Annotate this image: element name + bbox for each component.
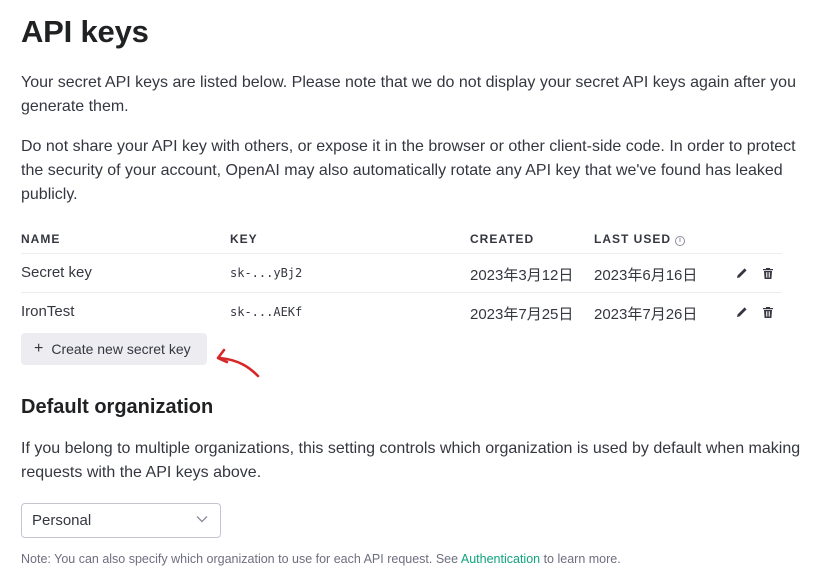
create-button-label: Create new secret key (51, 341, 191, 357)
intro-text: Your secret API keys are listed below. P… (21, 74, 796, 115)
api-keys-table: NAME KEY CREATED LAST USED i Secret key s… (21, 226, 782, 332)
page-title: API keys (21, 14, 149, 49)
key-created: 2023年7月25日 (470, 306, 574, 323)
header-name: NAME (21, 232, 61, 246)
trash-icon[interactable] (760, 265, 776, 281)
header-created: CREATED (470, 232, 535, 246)
key-name: Secret key (21, 264, 92, 281)
header-last-used-label: LAST USED (594, 232, 672, 246)
plus-icon: + (34, 340, 44, 357)
create-new-secret-key-button[interactable]: + Create new secret key (21, 333, 207, 365)
key-value: sk-...AEKf (230, 305, 303, 319)
pencil-icon[interactable] (734, 265, 750, 281)
info-icon[interactable]: i (675, 236, 686, 246)
section-title: Default organization (21, 396, 214, 418)
red-curved-arrow-icon (216, 348, 260, 378)
default-org-description: If you belong to multiple organizations,… (21, 440, 801, 481)
key-value: sk-...yBj2 (230, 266, 303, 280)
header-last-used: LAST USED i (594, 232, 686, 246)
table-row: IronTest sk-...AEKf 2023年7月25日 2023年7月26… (21, 293, 782, 332)
organization-select-value: Personal (32, 512, 92, 529)
key-last-used: 2023年7月26日 (594, 306, 698, 323)
warning-text: Do not share your API key with others, o… (21, 138, 796, 203)
note-text: Note: You can also specify which organiz… (21, 552, 621, 566)
trash-icon[interactable] (760, 304, 776, 320)
header-key: KEY (230, 232, 258, 246)
table-row: Secret key sk-...yBj2 2023年3月12日 2023年6月… (21, 254, 782, 293)
authentication-link[interactable]: Authentication (461, 552, 540, 566)
pencil-icon[interactable] (734, 304, 750, 320)
organization-select[interactable]: Personal (21, 503, 221, 538)
note-prefix: Note: You can also specify which organiz… (21, 552, 461, 566)
key-created: 2023年3月12日 (470, 267, 574, 284)
chevron-down-icon (196, 516, 208, 523)
key-last-used: 2023年6月16日 (594, 267, 698, 284)
key-name: IronTest (21, 303, 75, 320)
note-suffix: to learn more. (540, 552, 621, 566)
table-header: NAME KEY CREATED LAST USED i (21, 226, 782, 254)
